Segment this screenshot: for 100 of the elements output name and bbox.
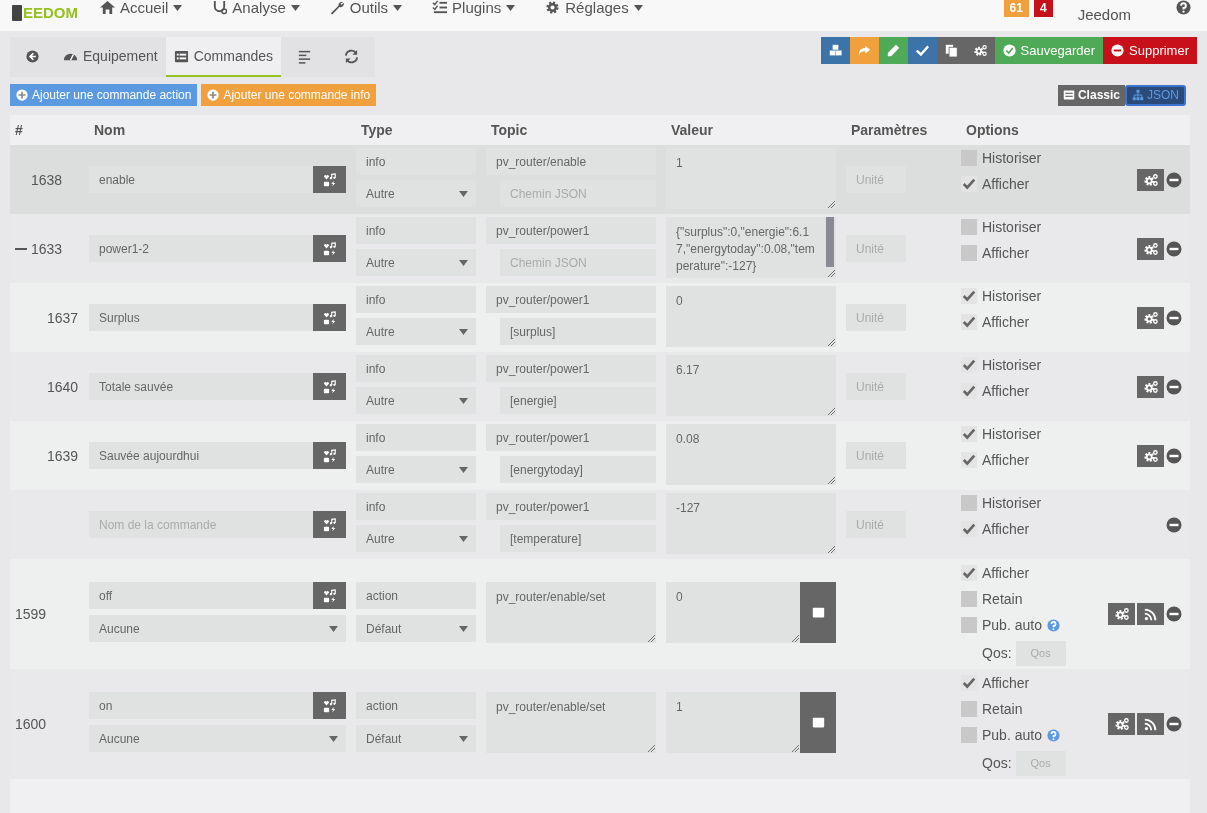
nav-menu[interactable]: Plugins <box>432 0 516 15</box>
view-toggle[interactable]: Classic <box>1057 84 1125 106</box>
value-textarea[interactable]: 0 <box>666 286 836 347</box>
toolbar-button[interactable] <box>936 37 966 64</box>
checkbox[interactable] <box>961 426 977 442</box>
value-textarea[interactable]: 0 <box>666 582 800 643</box>
value-textarea[interactable]: -127 <box>666 493 836 554</box>
nav-menu[interactable]: Analyse <box>212 0 300 15</box>
checkbox[interactable] <box>961 357 977 373</box>
checkbox[interactable] <box>961 565 977 581</box>
checkbox[interactable] <box>961 219 977 235</box>
icon-picker-button[interactable] <box>313 442 346 469</box>
remove-button[interactable] <box>1166 606 1182 622</box>
delete-button[interactable]: Supprimer <box>1103 37 1197 64</box>
type-field[interactable]: info <box>356 355 476 382</box>
value-textarea[interactable]: {"surplus":0,"energie":6.17,"energytoday":0.08,"temperature":-127} <box>666 217 836 278</box>
remove-button[interactable] <box>1166 378 1182 395</box>
value-textarea[interactable]: 1 <box>666 148 836 209</box>
topic-field[interactable]: pv_router/power1 <box>486 355 656 382</box>
remove-button[interactable] <box>1166 447 1182 464</box>
action-select[interactable]: Aucune <box>89 725 346 752</box>
view-toggle[interactable]: JSON <box>1125 84 1186 106</box>
action-select[interactable]: Aucune <box>89 615 346 642</box>
toolbar-button[interactable] <box>965 37 995 64</box>
toolbar-button[interactable] <box>820 37 850 64</box>
value-textarea[interactable]: 6.17 <box>666 355 836 416</box>
save-button[interactable]: Sauvegarder <box>994 37 1104 64</box>
type-field[interactable]: info <box>356 217 476 244</box>
list-button[interactable] <box>800 692 836 753</box>
checkbox[interactable] <box>961 288 977 304</box>
collapse-icon[interactable] <box>15 247 27 250</box>
checkbox[interactable] <box>961 701 977 717</box>
toolbar-button[interactable] <box>907 37 937 64</box>
nav-menu[interactable]: Réglages <box>545 0 643 15</box>
config-button[interactable] <box>1137 444 1164 467</box>
remove-button[interactable] <box>1166 171 1182 188</box>
topic-field[interactable]: pv_router/enable <box>486 148 656 175</box>
config-button[interactable] <box>1108 603 1135 625</box>
icon-picker-button[interactable] <box>313 511 346 538</box>
resize-grip-icon[interactable] <box>828 546 835 553</box>
checkbox[interactable] <box>961 314 977 330</box>
topic-field[interactable]: pv_router/power1 <box>486 493 656 520</box>
resize-grip-icon[interactable] <box>828 408 835 415</box>
icon-picker-button[interactable] <box>313 304 346 331</box>
json-path-field[interactable]: [energytoday] <box>500 456 656 483</box>
subtype-select[interactable]: Autre <box>356 180 476 207</box>
publish-button[interactable] <box>1137 603 1164 625</box>
resize-grip-icon[interactable] <box>648 635 655 642</box>
resize-grip-icon[interactable] <box>828 270 835 277</box>
remove-button[interactable] <box>1166 309 1182 326</box>
type-field[interactable]: info <box>356 493 476 520</box>
name-field[interactable]: off <box>89 582 346 609</box>
resize-grip-icon[interactable] <box>792 745 799 752</box>
name-field[interactable]: on <box>89 692 346 719</box>
name-field[interactable]: Sauvée aujourdhui <box>89 442 346 469</box>
checkbox[interactable] <box>961 383 977 399</box>
config-button[interactable] <box>1108 713 1135 735</box>
name-field[interactable]: Totale sauvée <box>89 373 346 400</box>
subtype-select[interactable]: Autre <box>356 456 476 483</box>
remove-button[interactable] <box>1166 240 1182 257</box>
publish-button[interactable] <box>1137 713 1164 735</box>
toolbar-button[interactable] <box>849 37 879 64</box>
resize-grip-icon[interactable] <box>828 201 835 208</box>
nav-menu[interactable]: Accueil <box>100 0 183 15</box>
toolbar-button[interactable] <box>878 37 908 64</box>
resize-grip-icon[interactable] <box>648 745 655 752</box>
json-path-field[interactable]: [energie] <box>500 387 656 414</box>
checkbox[interactable] <box>961 617 977 633</box>
subtype-select[interactable]: Autre <box>356 249 476 276</box>
subtype-select[interactable]: Autre <box>356 525 476 552</box>
type-field[interactable]: action <box>356 582 476 609</box>
add-command-button[interactable]: Ajouter une commande action <box>10 84 198 106</box>
icon-picker-button[interactable] <box>313 166 346 193</box>
resize-grip-icon[interactable] <box>792 635 799 642</box>
checkbox[interactable] <box>961 495 977 511</box>
checkbox[interactable] <box>961 245 977 261</box>
name-field[interactable]: Surplus <box>89 304 346 331</box>
remove-button[interactable] <box>1166 716 1182 732</box>
resize-grip-icon[interactable] <box>828 477 835 484</box>
subtype-select[interactable]: Défaut <box>356 725 476 752</box>
icon-picker-button[interactable] <box>313 692 346 719</box>
type-field[interactable]: info <box>356 286 476 313</box>
remove-button[interactable] <box>1166 516 1182 533</box>
config-button[interactable] <box>1137 375 1164 398</box>
topic-field[interactable]: pv_router/power1 <box>486 217 656 244</box>
type-field[interactable]: info <box>356 148 476 175</box>
topic-textarea[interactable]: pv_router/enable/set <box>486 582 656 643</box>
icon-picker-button[interactable] <box>313 373 346 400</box>
topic-textarea[interactable]: pv_router/enable/set <box>486 692 656 753</box>
checkbox[interactable] <box>961 675 977 691</box>
checkbox[interactable] <box>961 521 977 537</box>
tab[interactable]: Commandes <box>165 37 282 77</box>
topic-field[interactable]: pv_router/power1 <box>486 286 656 313</box>
type-field[interactable]: info <box>356 424 476 451</box>
scrollbar[interactable] <box>826 217 834 267</box>
type-field[interactable]: action <box>356 692 476 719</box>
subtype-select[interactable]: Autre <box>356 387 476 414</box>
subtype-select[interactable]: Défaut <box>356 615 476 642</box>
nav-menu[interactable]: Outils <box>329 0 403 15</box>
config-button[interactable] <box>1137 168 1164 191</box>
